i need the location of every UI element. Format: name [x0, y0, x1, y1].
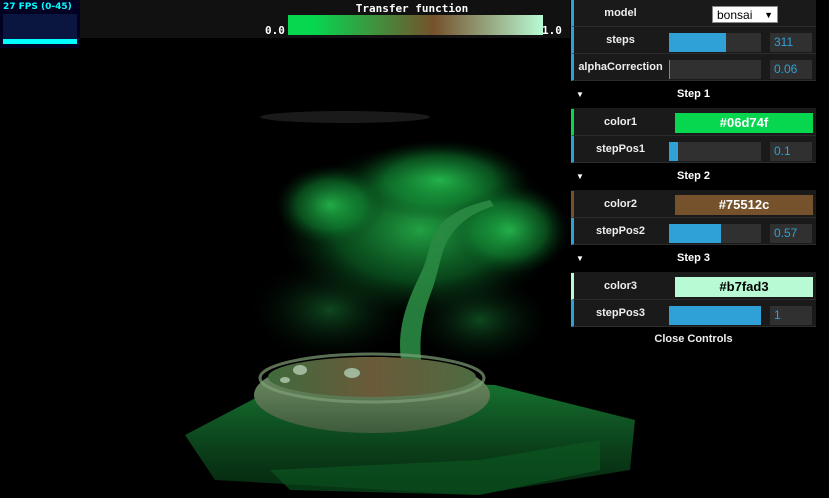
transfer-function-bar: Transfer function 0.0 1.0	[262, 0, 562, 40]
alpha-correction-slider-fill	[669, 60, 670, 79]
steppos1-input[interactable]: 0.1	[770, 142, 812, 161]
color1-picker[interactable]: #06d74f	[675, 113, 813, 133]
folder-step3[interactable]: ▼ Step 3	[571, 245, 816, 273]
folder-step1-title: Step 1	[676, 88, 710, 100]
transfer-function-min: 0.0	[265, 24, 285, 37]
transfer-function-gradient	[288, 15, 543, 35]
model-label: model	[604, 7, 637, 19]
steppos1-slider[interactable]	[669, 142, 761, 161]
fps-label: 27 FPS (0-45)	[3, 2, 72, 12]
folder-step2-title: Step 2	[676, 170, 710, 182]
alpha-correction-row: alphaCorrection 0.06	[571, 54, 816, 81]
steps-row: steps 311	[571, 27, 816, 54]
steps-slider[interactable]	[669, 33, 761, 52]
folder-step3-title: Step 3	[676, 252, 710, 264]
folder-open-icon: ▼	[576, 90, 584, 99]
model-row: model bonsai ▼	[571, 0, 816, 27]
alpha-correction-input[interactable]: 0.06	[770, 60, 812, 79]
transfer-function-max: 1.0	[542, 24, 562, 37]
stone-3	[280, 377, 290, 383]
model-select[interactable]: bonsai ▼	[712, 6, 778, 23]
steppos3-label: stepPos3	[596, 307, 645, 319]
steppos3-slider-fill	[669, 306, 761, 325]
steppos1-row: stepPos1 0.1	[571, 136, 816, 163]
color1-label: color1	[603, 116, 637, 128]
stone-2	[344, 368, 360, 378]
chevron-down-icon: ▼	[764, 10, 773, 20]
ghost-disc-top	[260, 111, 430, 123]
steps-input[interactable]: 311	[770, 33, 812, 52]
foliage-right	[450, 185, 570, 275]
steppos2-slider[interactable]	[669, 224, 761, 243]
color3-row: color3 #b7fad3	[571, 273, 816, 300]
color2-value: #75512c	[718, 197, 770, 212]
pot-soil	[268, 357, 476, 397]
color3-value: #b7fad3	[719, 279, 769, 294]
fps-stats-panel[interactable]: 27 FPS (0-45)	[0, 0, 80, 48]
color1-value: #06d74f	[719, 115, 769, 130]
steppos2-label: stepPos2	[596, 225, 645, 237]
steppos3-slider[interactable]	[669, 306, 761, 325]
color2-picker[interactable]: #75512c	[675, 195, 813, 215]
color1-row: color1 #06d74f	[571, 109, 816, 136]
folder-step1[interactable]: ▼ Step 1	[571, 81, 816, 109]
steppos2-slider-fill	[669, 224, 722, 243]
app-stage: 27 FPS (0-45) Transfer function 0.0 1.0 …	[0, 0, 829, 498]
color2-row: color2 #75512c	[571, 191, 816, 218]
folder-step2[interactable]: ▼ Step 2	[571, 163, 816, 191]
fps-graph	[3, 14, 77, 44]
color2-label: color2	[603, 198, 637, 210]
close-controls-button[interactable]: Close Controls	[571, 327, 816, 351]
steppos2-input[interactable]: 0.57	[770, 224, 812, 243]
folder-open-icon: ▼	[576, 254, 584, 263]
steppos2-row: stepPos2 0.57	[571, 218, 816, 245]
foliage-left	[275, 165, 385, 245]
stone-1	[293, 365, 307, 375]
steps-slider-fill	[669, 33, 727, 52]
alpha-correction-label: alphaCorrection	[578, 61, 663, 73]
model-select-value: bonsai	[717, 8, 753, 22]
fps-graph-bar	[3, 39, 77, 44]
steppos1-slider-fill	[669, 142, 679, 161]
controls-panel: model bonsai ▼ steps 311 alphaCorrection…	[571, 0, 816, 351]
transfer-function-title: Transfer function	[355, 2, 469, 15]
steppos1-label: stepPos1	[596, 143, 645, 155]
color3-label: color3	[603, 280, 637, 292]
steppos3-input[interactable]: 1	[770, 306, 812, 325]
steps-label: steps	[606, 34, 635, 46]
color3-picker[interactable]: #b7fad3	[675, 277, 813, 297]
folder-open-icon: ▼	[576, 172, 584, 181]
steppos3-row: stepPos3 1	[571, 300, 816, 327]
alpha-correction-slider[interactable]	[669, 60, 761, 79]
